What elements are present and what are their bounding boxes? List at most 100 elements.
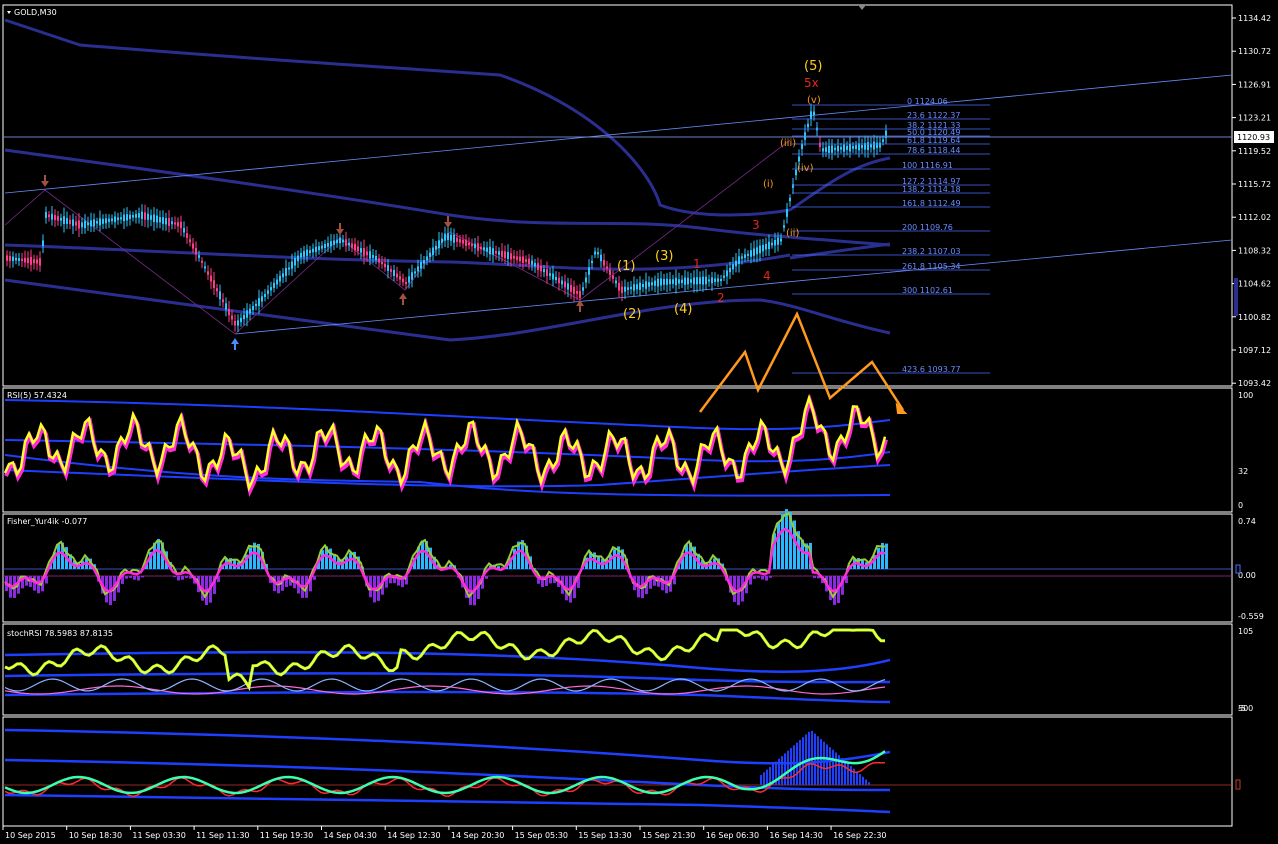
candle-body: [606, 266, 608, 269]
candle-body: [753, 248, 755, 256]
trendlines[interactable]: [3, 74, 1233, 335]
candle-body: [186, 233, 188, 238]
candle-body: [456, 237, 458, 242]
fib-level-label: 78.6 1118.44: [907, 146, 960, 155]
candle-body: [666, 278, 668, 285]
candle-body: [492, 248, 494, 255]
chart-window[interactable]: GOLD,M30 1134.421130.721126.911123.21111…: [0, 0, 1278, 844]
time-axis: 10 Sep 2015 10 Sep 18:30 11 Sep 03:30 11 Se…: [2, 826, 887, 840]
candle-body: [438, 240, 440, 249]
candle-body: [228, 308, 230, 316]
candle-body: [498, 251, 500, 255]
candle-body: [501, 250, 503, 257]
candle-body: [324, 244, 326, 248]
price-label: 1119.52: [1238, 147, 1271, 156]
main-chart-panel[interactable]: [2, 4, 1233, 387]
candle-body: [147, 213, 149, 220]
fisher-bar-negative: [137, 576, 140, 581]
candle-body: [687, 277, 689, 285]
candle-body: [258, 298, 260, 306]
candle-body: [621, 286, 623, 293]
candle-body: [777, 237, 779, 245]
candle-body: [387, 265, 389, 271]
candle-body: [75, 221, 77, 226]
fisher-bar-positive: [249, 547, 252, 569]
fisher-bar-negative: [185, 576, 188, 578]
candle-body: [465, 239, 467, 246]
time-label: 14 Sep 04:30: [324, 831, 377, 840]
shift-marker-icon[interactable]: [858, 5, 866, 10]
candle-body: [366, 251, 368, 256]
trendline[interactable]: [4, 74, 1233, 194]
candle-body: [255, 303, 257, 307]
candle-body: [600, 254, 602, 262]
envelope-line: [4, 18, 791, 217]
fib-level-label: 238.2 1107.03: [902, 247, 961, 256]
candle-body: [282, 273, 284, 278]
dropdown-arrow-icon[interactable]: [7, 11, 11, 14]
candle-body: [720, 278, 722, 282]
panel5-bar: [760, 775, 762, 785]
candle-body: [660, 278, 662, 286]
fisher-bar-negative: [129, 576, 132, 578]
fibonacci-levels[interactable]: 0 1124.0623.6 1122.3738.2 1121.3350.0 11…: [792, 97, 990, 374]
candle-body: [612, 275, 614, 279]
fib-level-label: 23.6 1122.37: [907, 111, 960, 120]
wave-label-orange: (ii): [786, 228, 799, 239]
candle-body: [567, 283, 569, 290]
candle-body: [330, 241, 332, 247]
candle-body: [126, 214, 128, 221]
candle-body: [348, 242, 350, 246]
candle-body: [633, 284, 635, 291]
candle-body: [276, 279, 278, 285]
price-label: 1108.32: [1238, 246, 1271, 255]
fib-level-label: 100 1116.91: [902, 161, 953, 170]
stoch-title: stochRSI 78.5983 87.8135: [7, 629, 113, 638]
trendline[interactable]: [234, 239, 1233, 335]
time-label: 10 Sep 2015: [5, 831, 56, 840]
candle-body: [771, 242, 773, 246]
candle-body: [144, 212, 146, 220]
panel5-bar: [829, 747, 831, 785]
fisher-bar-negative: [141, 576, 144, 578]
stoch-axis-top: 105: [1238, 627, 1253, 636]
candle-body: [813, 111, 815, 115]
candle-body: [831, 145, 833, 153]
candle-body: [678, 279, 680, 284]
candle-body: [453, 234, 455, 243]
candle-body: [399, 276, 401, 280]
time-label: 16 Sep 22:30: [833, 831, 886, 840]
fractal-down-icon: [336, 223, 344, 235]
time-label: 14 Sep 12:30: [387, 831, 440, 840]
fisher-bar-negative: [813, 576, 816, 578]
panel5-band: [4, 758, 891, 792]
time-label: 16 Sep 14:30: [769, 831, 822, 840]
candle-body: [837, 145, 839, 152]
candle-body: [408, 276, 410, 283]
envelope-line: [4, 278, 891, 342]
panel5-bar: [847, 763, 849, 785]
time-label: 14 Sep 20:30: [451, 831, 504, 840]
fib-level-label: 161.8 1112.49: [902, 199, 961, 208]
candle-body: [846, 145, 848, 150]
candle-body: [78, 220, 80, 229]
fisher-bar-positive: [877, 547, 880, 569]
panel5-bar: [853, 768, 855, 785]
candle-body: [462, 240, 464, 244]
candle-body: [861, 144, 863, 149]
price-label: 1123.21: [1238, 114, 1271, 123]
candle-body: [477, 243, 479, 251]
wave-labels: (1) (2) (3) (4) (5) 1 2 3 4 5x (i) (ii) (iii) (iv) (v): [617, 59, 822, 322]
panel5-marker: [1235, 779, 1241, 790]
wave-label-red: 2: [717, 291, 725, 305]
fisher-bar-negative: [765, 576, 768, 581]
candle-body: [168, 218, 170, 226]
price-label: 1126.91: [1238, 80, 1271, 89]
fib-level-label: 61.8 1119.64: [907, 136, 960, 145]
candle-body: [783, 225, 785, 228]
candle-body: [801, 144, 803, 149]
price-label: 1134.42: [1238, 14, 1271, 23]
candle-body: [642, 284, 644, 288]
fisher-axis-zero: 0.00: [1238, 571, 1256, 580]
panel5-lines: [4, 728, 891, 814]
